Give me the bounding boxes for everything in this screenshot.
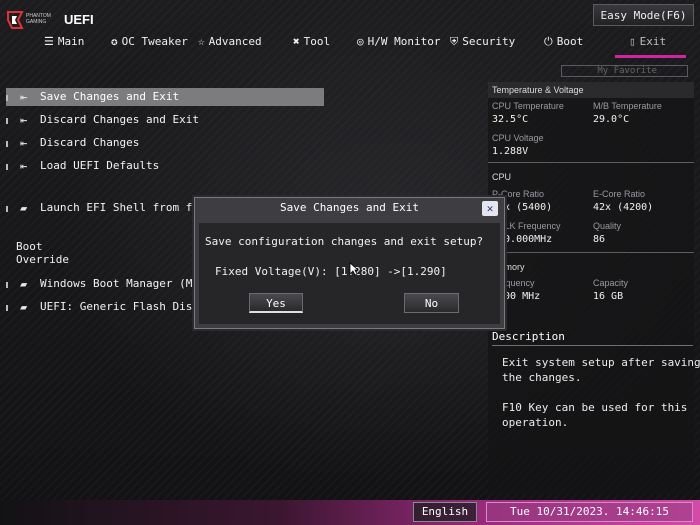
tab-exit-label: Exit — [639, 35, 667, 48]
menu-item-label: Discard Changes — [40, 136, 140, 149]
description-line: F10 Key can be used for this — [502, 401, 688, 414]
dialog-title: Save Changes and Exit — [279, 201, 420, 214]
dialog-change-summary: Fixed Voltage(V): [1.280] ->[1.290] — [215, 265, 447, 278]
description-title: Description — [492, 330, 565, 343]
menu-item-load-uefi-defaults[interactable]: ⇤ Load UEFI Defaults — [6, 157, 306, 175]
star-icon: ☆ — [198, 35, 205, 48]
oc-tweaker-icon: ✪ — [111, 35, 118, 48]
tab-tool-label: Tool — [303, 35, 331, 48]
tab-advanced[interactable]: ☆ Advanced — [198, 32, 262, 54]
memory-capacity-label: Capacity — [593, 278, 629, 288]
close-icon[interactable]: ✕ — [482, 201, 498, 216]
no-button[interactable]: No — [404, 293, 459, 313]
my-favorite-button[interactable]: My Favorite — [561, 65, 688, 77]
sidebar-section-cpu: CPU — [492, 172, 512, 182]
tab-main[interactable]: ☰ Main — [44, 32, 84, 54]
sidebar-section-memory: Memory — [492, 262, 525, 272]
tool-icon: ✖ — [293, 35, 300, 48]
brand-small-text: PHANTOM GAMING — [26, 13, 51, 25]
main-nav: ☰ Main ✪ OC Tweaker ☆ Advanced ✖ Tool ◎ H/W M… — [0, 32, 700, 58]
quality-label: Quality — [593, 221, 622, 231]
description-box: Exit system setup after saving the chang… — [492, 345, 700, 438]
brand-uefi-text: UEFI — [64, 12, 94, 27]
quality-value: 86 — [593, 234, 606, 245]
exit-arrow-icon: ⇤ — [20, 90, 28, 104]
exit-arrow-icon: ⇤ — [20, 113, 28, 127]
boot-override-heading: Boot Override — [16, 240, 69, 266]
mouse-cursor-icon — [349, 262, 359, 276]
bullet — [6, 164, 8, 170]
ecore-ratio-value: 42x (4200) — [593, 202, 654, 213]
menu-item-label: Load UEFI Defaults — [40, 159, 160, 172]
bullet — [6, 282, 8, 288]
bullet — [6, 141, 8, 147]
tab-main-label: Main — [57, 35, 85, 48]
ecore-ratio-label: E-Core Ratio — [593, 189, 646, 199]
folder-icon: ▰ — [20, 201, 28, 215]
power-icon: ⏻ — [544, 35, 553, 48]
menu-item-save-changes-exit[interactable]: ⇤ Save Changes and Exit — [6, 88, 324, 106]
tab-exit[interactable]: ▯ Exit — [614, 32, 687, 58]
monitor-icon: ◎ — [357, 35, 364, 48]
mb-temp-label: M/B Temperature — [593, 101, 662, 111]
tab-security-label: Security — [462, 35, 516, 48]
folder-icon: ▰ — [20, 277, 28, 291]
cpu-temp-label: CPU Temperature — [492, 101, 564, 111]
list-icon: ☰ — [44, 35, 54, 48]
menu-item-label: Save Changes and Exit — [40, 90, 180, 103]
tab-oc-tweaker-label: OC Tweaker — [121, 35, 188, 48]
tab-oc-tweaker[interactable]: ✪ OC Tweaker — [111, 32, 188, 54]
divider — [488, 252, 694, 253]
description-line: Exit system setup after saving — [502, 356, 700, 369]
mb-temp-value: 29.0°C — [593, 114, 630, 125]
bullet — [6, 118, 8, 124]
tab-hw-monitor[interactable]: ◎ H/W Monitor — [357, 32, 440, 54]
yes-button[interactable]: Yes — [249, 293, 303, 313]
description-line: the changes. — [502, 371, 582, 384]
boot-item-label: Windows Boot Manager (M2_1: — [40, 277, 219, 290]
tab-tool[interactable]: ✖ Tool — [293, 32, 330, 54]
bullet — [6, 95, 8, 101]
exit-arrow-icon: ⇤ — [20, 136, 28, 150]
divider — [488, 162, 694, 163]
phantom-gaming-logo-icon — [7, 11, 24, 29]
tab-boot-label: Boot — [556, 35, 584, 48]
folder-icon: ▰ — [20, 300, 28, 314]
sidebar-section-temp-voltage: Temperature & Voltage — [488, 82, 694, 98]
cpu-voltage-value: 1.288V — [492, 146, 529, 157]
menu-item-discard-changes-exit[interactable]: ⇤ Discard Changes and Exit — [6, 111, 306, 129]
cpu-temp-value: 32.5°C — [492, 114, 529, 125]
memory-capacity-value: 16 GB — [593, 291, 624, 302]
menu-item-label: Discard Changes and Exit — [40, 113, 199, 126]
language-button[interactable]: English — [413, 502, 477, 522]
tab-security[interactable]: ⛨ Security — [450, 32, 515, 54]
tab-advanced-label: Advanced — [208, 35, 262, 48]
datetime-display: Tue 10/31/2023. 14:46:15 — [486, 502, 693, 522]
tab-hw-monitor-label: H/W Monitor — [367, 35, 441, 48]
bullet — [6, 206, 8, 212]
exit-door-icon: ▯ — [629, 35, 636, 48]
bullet — [6, 305, 8, 311]
description-line: operation. — [502, 416, 569, 429]
brand-logo: PHANTOM GAMING UEFI — [6, 10, 98, 32]
tab-boot[interactable]: ⏻ Boot — [544, 32, 583, 54]
shield-icon: ⛨ — [450, 35, 459, 48]
exit-arrow-icon: ⇤ — [20, 159, 28, 173]
easy-mode-button[interactable]: Easy Mode(F6) — [593, 4, 694, 26]
menu-item-discard-changes[interactable]: ⇤ Discard Changes — [6, 134, 306, 152]
dialog-question: Save configuration changes and exit setu… — [205, 235, 484, 248]
cpu-voltage-label: CPU Voltage — [492, 133, 544, 143]
